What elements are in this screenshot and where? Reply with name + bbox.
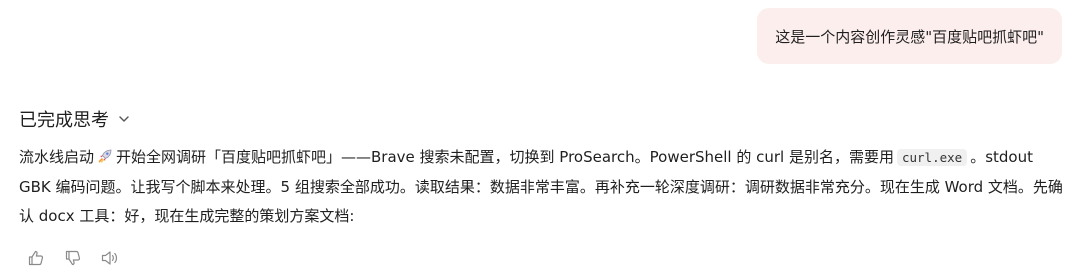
chevron-down-icon: [117, 112, 131, 126]
thumbs-down-button[interactable]: [63, 248, 83, 268]
thumbs-down-icon: [64, 249, 82, 267]
rocket-icon: [96, 144, 114, 173]
thumbs-up-icon: [27, 249, 45, 267]
thinking-title: 已完成思考: [19, 110, 109, 131]
user-message-text: 这是一个内容创作灵感"百度贴吧抓虾吧": [775, 27, 1044, 46]
speaker-icon: [100, 249, 120, 267]
thinking-toggle[interactable]: 已完成思考: [19, 106, 131, 132]
message-actions: [26, 248, 120, 268]
segment-2: 开始全网调研「百度贴吧抓虾吧」——Brave 搜索未配置，切换到 ProSear…: [116, 148, 894, 166]
user-message-bubble: 这是一个内容创作灵感"百度贴吧抓虾吧": [757, 8, 1062, 64]
segment-1: 流水线启动: [19, 148, 95, 166]
thumbs-up-button[interactable]: [26, 248, 46, 268]
assistant-message: 流水线启动 开始全网调研「百度贴吧抓虾吧」——Brave 搜索未配置，切换到 Pr…: [19, 143, 1064, 231]
inline-code: curl.exe: [896, 149, 968, 166]
chat-page: 这是一个内容创作灵感"百度贴吧抓虾吧" 已完成思考 流水线启动 开始全网调研「百度…: [0, 0, 1080, 278]
assistant-paragraph: 流水线启动 开始全网调研「百度贴吧抓虾吧」——Brave 搜索未配置，切换到 Pr…: [19, 143, 1064, 231]
read-aloud-button[interactable]: [100, 248, 120, 268]
